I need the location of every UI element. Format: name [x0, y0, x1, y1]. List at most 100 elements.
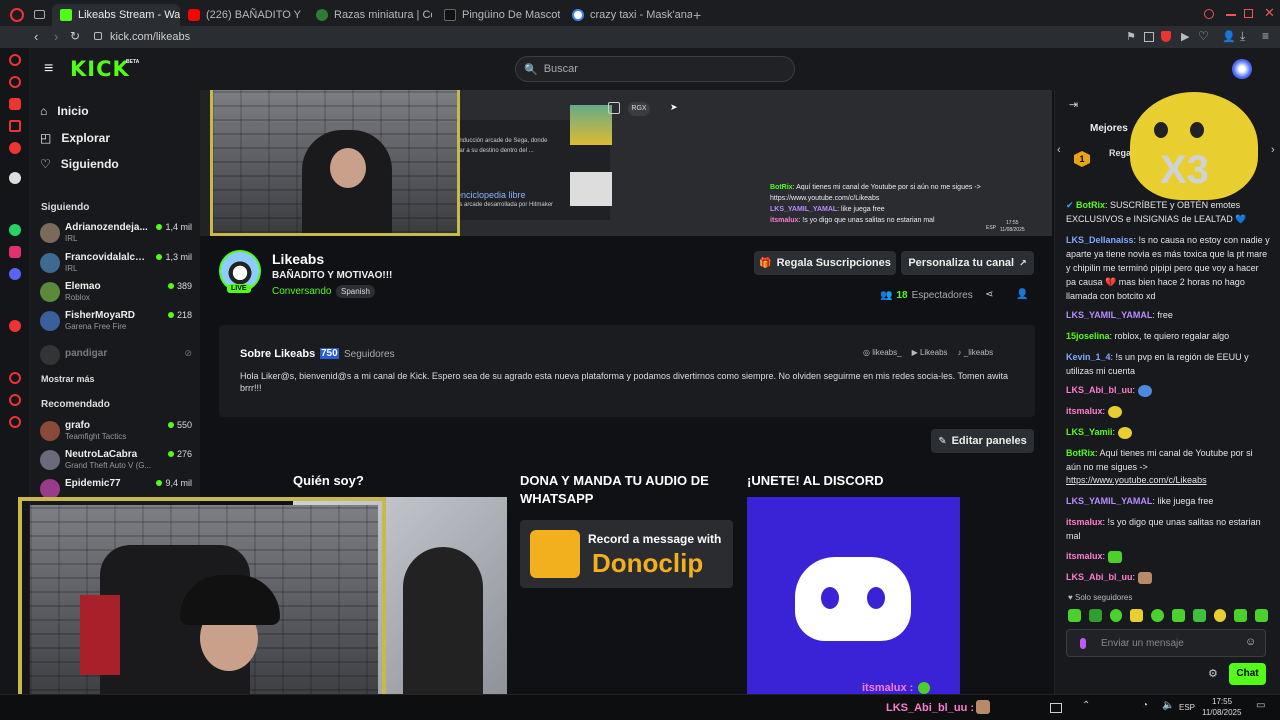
emote-icon[interactable] — [1109, 609, 1123, 622]
following-channel[interactable]: Adrianozendeja... IRL 1,4 mil — [40, 220, 192, 246]
kick-logo[interactable]: KICK — [70, 57, 130, 81]
search-input[interactable]: 🔍 Buscar — [515, 56, 795, 82]
discord-rail-icon[interactable] — [9, 268, 21, 280]
tab-razas[interactable]: Razas miniatura | Centra — [308, 4, 432, 26]
games-icon[interactable] — [9, 98, 21, 110]
heart-icon: ♡ — [40, 157, 51, 171]
hamburger-menu-icon[interactable]: ≡ — [44, 60, 53, 78]
reload-icon[interactable]: ↻ — [70, 29, 80, 43]
tab-youtube[interactable]: (226) BAÑADITO Y MOT — [180, 4, 304, 26]
edit-panels-button[interactable]: ✎ Editar paneles — [931, 429, 1034, 453]
instagram-link[interactable]: ◎ likeabs_ — [863, 348, 902, 357]
menu-icon[interactable]: ≡ — [1262, 29, 1269, 43]
chat-input[interactable]: Enviar un mensaje ☺ — [1066, 629, 1266, 657]
offline-channel[interactable]: pandigar ⊘ — [40, 342, 192, 368]
copy-icon[interactable] — [608, 102, 620, 114]
wifi-icon[interactable]: ◔ — [1142, 700, 1148, 711]
search-tabs-icon[interactable] — [1204, 9, 1214, 19]
chat-message: Kevin_1_4: !s un pvp en la región de EEU… — [1066, 352, 1249, 376]
nav-siguiendo[interactable]: ♡ Siguiendo — [40, 157, 119, 171]
aria-icon[interactable] — [9, 54, 21, 66]
chat-message: BotRix: Aquí tienes mi canal de Youtube … — [1066, 448, 1253, 472]
emote-icon[interactable] — [1213, 609, 1227, 622]
language-tag[interactable]: Spanish — [336, 285, 375, 298]
nav-explorar[interactable]: ◰ Explorar — [40, 131, 110, 145]
show-more-link[interactable]: Mostrar más — [41, 374, 95, 384]
youtube-link[interactable]: ▶ Likeabs — [912, 348, 948, 357]
channel-name[interactable]: Likeabs — [272, 251, 324, 267]
vpn-shield-icon[interactable] — [1161, 31, 1171, 42]
user-avatar[interactable] — [1232, 59, 1252, 79]
emote-icon[interactable] — [1255, 609, 1268, 622]
download-icon[interactable]: ⤓ — [1240, 29, 1245, 44]
prev-icon[interactable]: ‹ — [1057, 144, 1061, 156]
workspaces-icon[interactable] — [34, 10, 45, 19]
live-dot-icon — [156, 224, 163, 230]
recommended-channel[interactable]: grafo Teamfight Tactics 550 — [40, 418, 192, 444]
chatgpt-icon[interactable] — [9, 76, 21, 88]
url-field[interactable]: kick.com/likeabs — [110, 31, 190, 43]
emoji-icon[interactable]: ☺ — [1245, 636, 1256, 648]
wallet-icon[interactable]: ▶ — [1181, 30, 1189, 43]
tab-likeabs[interactable]: Likeabs Stream - Watch L — [52, 4, 180, 26]
mic-icon[interactable] — [1080, 638, 1086, 649]
share-icon[interactable]: ⋖ — [985, 289, 993, 300]
following-channel[interactable]: FisherMoyaRD Garena Free Fire 218 — [40, 308, 192, 334]
close-window-icon[interactable]: ✕ — [1264, 5, 1275, 21]
video-player[interactable]: onducción arcade de Sega, donde gar a su… — [200, 90, 1052, 236]
mod-icon[interactable]: 👤 — [1016, 289, 1028, 300]
tiktok-link[interactable]: ♪ _likeabs — [958, 348, 994, 357]
minimize-icon[interactable] — [1226, 14, 1236, 16]
whatsapp-icon[interactable] — [9, 224, 21, 236]
nav-inicio[interactable]: ⌂ Inicio — [40, 104, 89, 118]
emote-icon[interactable] — [1130, 609, 1144, 622]
chat-send-button[interactable]: Chat — [1229, 663, 1266, 685]
emote-icon[interactable] — [1088, 609, 1102, 622]
maximize-icon[interactable] — [1244, 9, 1253, 18]
tiktok-rail-icon[interactable] — [9, 172, 21, 184]
opera-logo-icon[interactable] — [10, 8, 24, 22]
tray-icon[interactable] — [1050, 703, 1062, 713]
emote-icon[interactable] — [1068, 609, 1081, 622]
discord-panel[interactable] — [747, 497, 960, 694]
panel-title-dona: DONA Y MANDA TU AUDIO DE WHATSAPP — [520, 473, 709, 506]
instagram-icon[interactable] — [9, 246, 21, 258]
following-channel[interactable]: Elemao Roblox 389 — [40, 279, 192, 305]
notification-icon[interactable]: ▭ — [1256, 700, 1265, 711]
extensions-icon[interactable] — [9, 394, 21, 406]
customize-channel-button[interactable]: Personaliza tu canal ↗ — [901, 251, 1034, 275]
recommended-channel[interactable]: NeutroLaCabra Grand Theft Auto V (G... 2… — [40, 447, 192, 473]
emote-icon[interactable] — [1171, 609, 1185, 622]
new-tab-icon[interactable]: + — [693, 7, 701, 23]
tab-crazy-taxi[interactable]: crazy taxi - Mask'ana Go — [564, 4, 692, 26]
next-icon[interactable]: › — [1271, 144, 1275, 156]
collapse-chat-icon[interactable]: ⇥ — [1069, 98, 1078, 111]
taskbar-lang[interactable]: ESP — [1179, 703, 1195, 712]
thumbnail-2 — [570, 172, 612, 206]
music-icon[interactable] — [9, 142, 21, 154]
emote-icon[interactable] — [1234, 609, 1248, 622]
snapshot-icon[interactable] — [1144, 32, 1154, 42]
avatar — [40, 421, 60, 441]
record-icon[interactable] — [9, 320, 21, 332]
chat-settings-icon[interactable]: ⚙ — [1208, 667, 1218, 680]
tab-pinguino[interactable]: Pingüino De Mascota | T — [436, 4, 560, 26]
history-icon[interactable] — [9, 372, 21, 384]
gift-subs-button[interactable]: 🎁 Regala Suscripciones — [754, 251, 896, 275]
about-title: Sobre Likeabs — [240, 348, 316, 360]
donoclip-banner[interactable]: Record a message with Donoclip — [520, 520, 733, 588]
heart-bookmark-icon[interactable]: ♡ — [1198, 29, 1209, 43]
emote-icon[interactable] — [1192, 609, 1206, 622]
pin-icon[interactable]: ⚑ — [1126, 30, 1136, 43]
back-icon[interactable]: ‹ — [34, 29, 38, 44]
volume-icon[interactable]: 🔈 — [1162, 700, 1174, 711]
stream-category[interactable]: Conversando — [272, 286, 331, 297]
following-channel[interactable]: Francovidalalcal... IRL 1,3 mil — [40, 250, 192, 276]
tray-chevron-icon[interactable]: ⌃ — [1082, 700, 1090, 711]
mail-icon[interactable] — [9, 120, 21, 132]
emote-icon[interactable] — [1151, 609, 1164, 622]
settings-rail-icon[interactable] — [9, 416, 21, 428]
profile-icon[interactable]: 👤 — [1222, 30, 1236, 43]
youtube-icon: ▶ — [911, 348, 920, 357]
forward-icon[interactable]: › — [54, 29, 58, 44]
